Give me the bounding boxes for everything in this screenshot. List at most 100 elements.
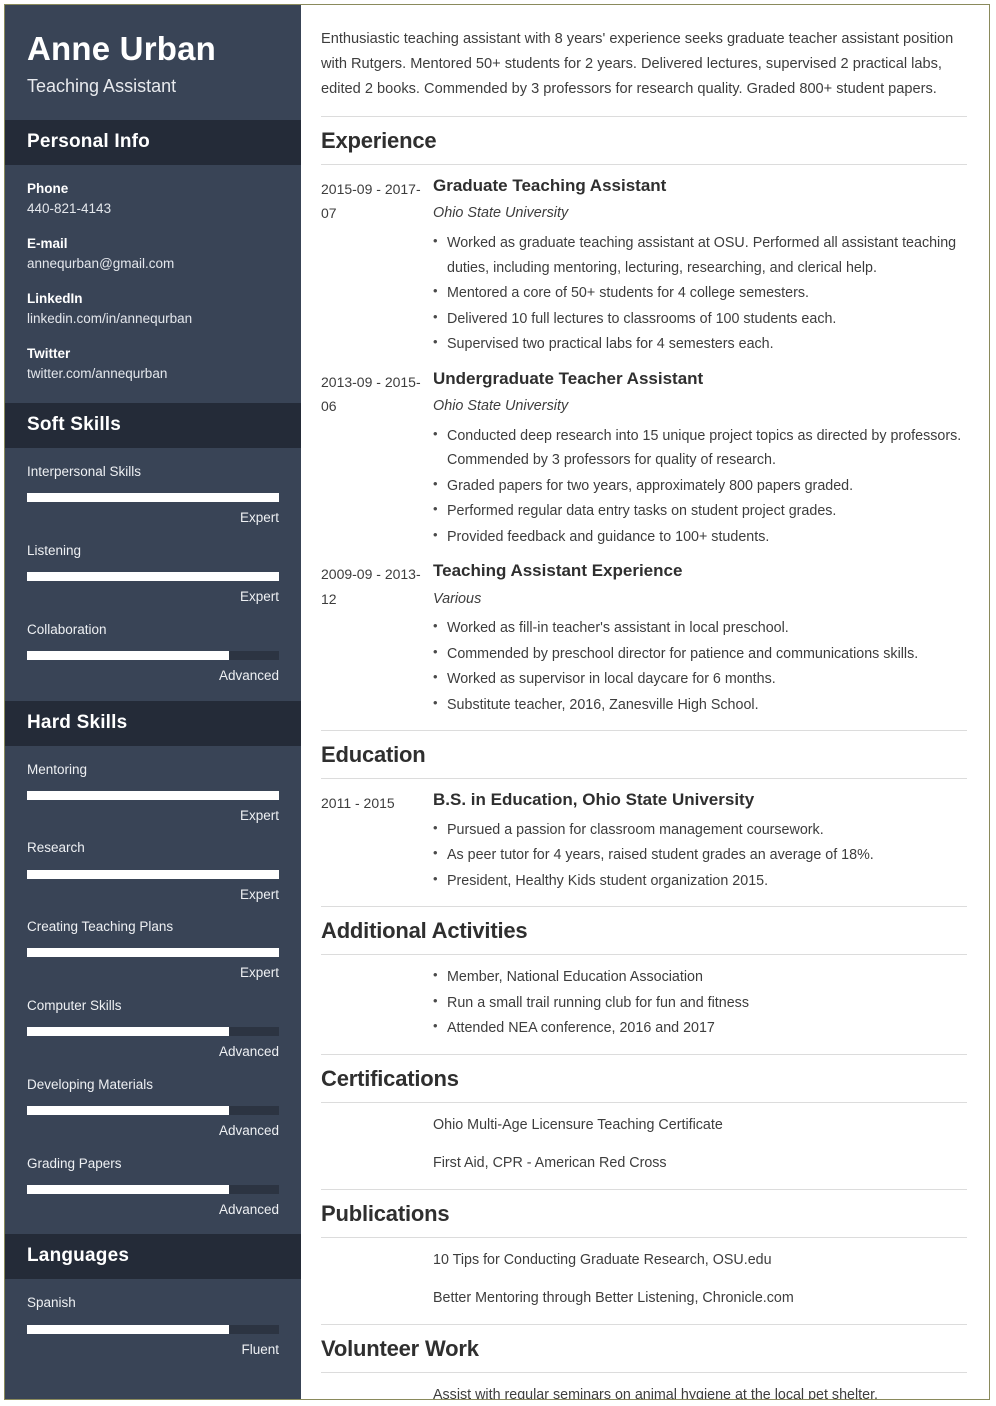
entry-bullet: Graded papers for two years, approximate…: [433, 473, 967, 499]
entry-date-range: [321, 965, 433, 967]
entry-row: Member, National Education AssociationRu…: [321, 964, 967, 1042]
skill-level-label: Advanced: [218, 1201, 279, 1217]
entry-body: Teaching Assistant Experience Various Work…: [433, 560, 967, 718]
skill-name: Grading Papers: [27, 1155, 122, 1171]
skill-level-label: Expert: [239, 589, 279, 605]
entry-line: 10 Tips for Conducting Graduate Research…: [433, 1252, 772, 1269]
entry-bullet: Worked as fill-in teacher's assistant in…: [433, 615, 967, 641]
contact-value[interactable]: linkedin.com/in/annequrban: [27, 309, 279, 330]
entry-body: Undergraduate Teacher Assistant Ohio Stat…: [433, 368, 967, 551]
section-heading-education: Education: [321, 731, 967, 780]
skill-level-bar-fill: [27, 1184, 229, 1194]
entry-bullet: Run a small trail running club for fun a…: [433, 990, 967, 1016]
skill-level-bar: [27, 1324, 279, 1334]
certifications-list: Ohio Multi-Age Licensure Teaching Certif…: [321, 1103, 967, 1189]
skill-level-label: Fluent: [241, 1341, 279, 1357]
section-heading-additional-activities: Additional Activities: [321, 907, 967, 956]
professional-summary: Enthusiastic teaching assistant with 8 y…: [321, 31, 954, 98]
section-experience: Experience 2015-09 - 2017-07 Graduate Tea…: [321, 116, 967, 730]
skill-level-bar: [27, 869, 279, 879]
section-heading-volunteer-work: Volunteer Work: [321, 1325, 967, 1374]
skill-level-bar-fill: [27, 790, 279, 800]
contact-value[interactable]: twitter.com/annequrban: [27, 364, 279, 385]
skill-name: Developing Materials: [27, 1076, 154, 1092]
skill-level-bar-fill: [27, 572, 279, 582]
entry-row: Ohio Multi-Age Licensure Teaching Certif…: [321, 1113, 967, 1177]
skill-item: Research Expert: [27, 838, 279, 903]
skill-item: Computer Skills Advanced: [27, 996, 279, 1061]
publications-list: 10 Tips for Conducting Graduate Research…: [321, 1238, 967, 1324]
entry-date-range: [321, 1248, 433, 1250]
entry-body: B.S. in Education, Ohio State University…: [433, 789, 967, 894]
contact-value[interactable]: 440-821-4143: [27, 199, 279, 220]
entry-bullet: Provided feedback and guidance to 100+ s…: [433, 524, 967, 550]
contact-item: Twitter twitter.com/annequrban: [27, 344, 279, 385]
section-volunteer-work: Volunteer Work Assist with regular semin…: [321, 1324, 967, 1399]
entry-bullet: Worked as graduate teaching assistant at…: [433, 230, 967, 280]
skill-name: Creating Teaching Plans: [27, 919, 174, 935]
entry-date-range: [321, 1383, 433, 1385]
entry-bullet: Supervised two practical labs for 4 seme…: [433, 331, 967, 357]
education-entry-list: 2011 - 2015 B.S. in Education, Ohio State…: [321, 779, 967, 906]
entry-bullet-list: Conducted deep research into 15 unique p…: [433, 423, 967, 550]
sidebar: Anne Urban Teaching Assistant Personal I…: [5, 5, 301, 1399]
skill-level-label: Advanced: [218, 668, 279, 684]
entry-subtitle: Various: [433, 590, 482, 607]
skill-item: Mentoring Expert: [27, 760, 279, 825]
contact-item: Phone 440-821-4143: [27, 179, 279, 220]
skill-name: Collaboration: [27, 621, 107, 637]
entry-date-range: 2013-09 - 2015-06: [321, 373, 421, 414]
entry-bullet: President, Healthy Kids student organiza…: [433, 868, 967, 894]
contact-value[interactable]: annequrban@gmail.com: [27, 254, 279, 275]
skill-level-label: Expert: [239, 510, 279, 526]
entry-title: Undergraduate Teacher Assistant: [433, 368, 704, 388]
resume-page: Anne Urban Teaching Assistant Personal I…: [4, 4, 990, 1400]
entry-bullet: Member, National Education Association: [433, 964, 967, 990]
section-title-personal-info: Personal Info: [5, 119, 301, 165]
skill-name: Interpersonal Skills: [27, 464, 142, 480]
entry-row: 2009-09 - 2013-12 Teaching Assistant Expe…: [321, 560, 967, 718]
candidate-name: Anne Urban: [27, 30, 217, 67]
skill-item: Listening Expert: [27, 541, 279, 606]
main-content: Enthusiastic teaching assistant with 8 y…: [301, 5, 989, 1399]
languages-list: Spanish Fluent: [5, 1279, 301, 1374]
entry-bullet: Conducted deep research into 15 unique p…: [433, 423, 967, 473]
skill-level-label: Expert: [239, 965, 279, 981]
experience-entry-list: 2015-09 - 2017-07 Graduate Teaching Assis…: [321, 165, 967, 730]
contact-label: E-mail: [27, 235, 68, 251]
entry-body: Graduate Teaching Assistant Ohio State Un…: [433, 175, 967, 358]
skill-level-bar: [27, 651, 279, 661]
entry-bullet: Commended by preschool director for pati…: [433, 641, 967, 667]
skill-level-bar-fill: [27, 493, 279, 503]
entry-subtitle: Ohio State University: [433, 205, 569, 222]
skill-item: Spanish Fluent: [27, 1293, 279, 1358]
skill-level-bar: [27, 1106, 279, 1116]
skill-item: Interpersonal Skills Expert: [27, 462, 279, 527]
hard-skills-list: Mentoring Expert Research Expert Creating Te…: [5, 746, 301, 1235]
entry-bullet: Performed regular data entry tasks on st…: [433, 498, 967, 524]
entry-line: First Aid, CPR - American Red Cross: [433, 1154, 667, 1171]
entry-title: Graduate Teaching Assistant: [433, 176, 667, 196]
skill-level-bar-fill: [27, 651, 229, 661]
entry-body: Member, National Education AssociationRu…: [433, 964, 967, 1042]
entry-body: Ohio Multi-Age Licensure Teaching Certif…: [433, 1113, 967, 1177]
section-title-languages: Languages: [5, 1234, 301, 1280]
entry-bullet: Mentored a core of 50+ students for 4 co…: [433, 280, 967, 306]
entry-body: Assist with regular seminars on animal h…: [433, 1383, 967, 1399]
entry-bullet: Delivered 10 full lectures to classrooms…: [433, 306, 967, 332]
additional-activities-list: Member, National Education AssociationRu…: [321, 955, 967, 1054]
skill-level-bar-fill: [27, 869, 279, 879]
skill-level-label: Advanced: [218, 1044, 279, 1060]
entry-row: 2013-09 - 2015-06 Undergraduate Teacher A…: [321, 368, 967, 551]
skill-level-label: Expert: [239, 807, 279, 823]
entry-title: Teaching Assistant Experience: [433, 561, 683, 581]
skill-level-label: Advanced: [218, 1123, 279, 1139]
skill-item: Creating Teaching Plans Expert: [27, 917, 279, 982]
entry-bullet: Attended NEA conference, 2016 and 2017: [433, 1015, 967, 1041]
skill-name: Mentoring: [27, 761, 88, 777]
section-additional-activities: Additional Activities Member, National E…: [321, 906, 967, 1054]
skill-item: Collaboration Advanced: [27, 620, 279, 685]
skill-name: Listening: [27, 543, 82, 559]
contact-label: Twitter: [27, 346, 71, 362]
skill-level-bar-fill: [27, 948, 279, 958]
